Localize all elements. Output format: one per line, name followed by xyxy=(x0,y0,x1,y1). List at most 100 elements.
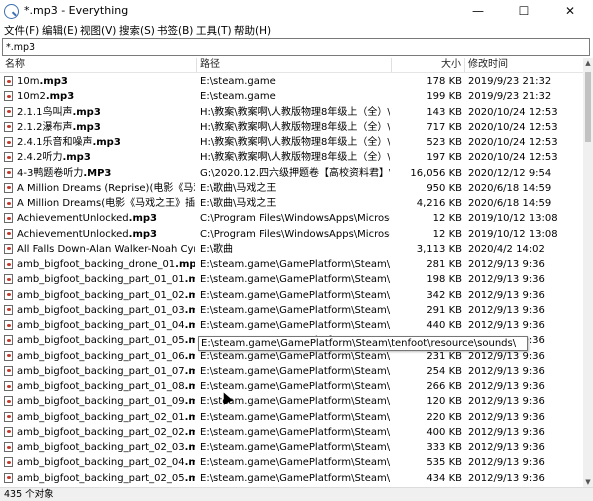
column-name[interactable]: 名称 xyxy=(5,58,25,72)
result-row[interactable]: amb_bigfoot_backing_part_01_02.mp3 E:\ste… xyxy=(0,288,583,303)
result-row[interactable]: 2.1.1鸟叫声.mp3 H:\教案\教案啊\人教版物理8年级上（全）\... 14… xyxy=(0,105,583,120)
file-size: 199 KB xyxy=(426,91,462,103)
file-name: amb_bigfoot_backing_part_02_05.mp3 xyxy=(17,471,195,486)
menu-bookmarks[interactable]: 书签(B) xyxy=(157,23,193,38)
audio-file-icon xyxy=(4,442,13,452)
file-modified: 2012/9/13 9:36 xyxy=(468,289,545,301)
file-name-ext: .mp3 xyxy=(184,350,195,362)
audio-file-icon xyxy=(4,274,13,285)
file-name: amb_bigfoot_backing_part_02_02.mp3 xyxy=(17,425,195,440)
column-divider[interactable] xyxy=(196,58,197,72)
result-row[interactable]: amb_bigfoot_backing_part_01_07.mp3 E:\ste… xyxy=(0,364,583,379)
result-row[interactable]: amb_bigfoot_backing_part_02_03.mp3 E:\ste… xyxy=(0,440,583,455)
file-name-base: A Million Dreams (Reprise)(电影《马戏... xyxy=(17,182,195,194)
result-row[interactable]: amb_bigfoot_backing_part_01_09.mp3E:\ste… xyxy=(0,394,583,409)
file-name: 2.4.1乐音和噪声.mp3 xyxy=(17,135,195,150)
result-row[interactable]: 10m.mp3 E:\steam.game 178 KB 2019/9/23 21:3… xyxy=(0,74,583,89)
file-name-base: All Falls Down-Alan Walker-Noah Cyru... xyxy=(17,243,195,255)
file-path: H:\教案\教案啊\人教版物理8年级上（全）\... xyxy=(200,106,390,118)
file-name-ext: .mp3 xyxy=(92,137,121,148)
result-row[interactable]: 4-3鸭题卷听力.MP3 G:\2020.12.四六级押题卷【高校资料君】\四..… xyxy=(0,166,583,181)
file-name-ext: .mp3 xyxy=(72,121,101,133)
file-name-ext: .mp3 xyxy=(184,274,195,286)
menu-view[interactable]: 视图(V) xyxy=(80,23,116,38)
result-row[interactable]: AchievementUnlocked.mp3 C:\Program Files\… xyxy=(0,211,583,226)
file-name-base: 2.1.2瀑布声 xyxy=(17,121,73,133)
audio-file-icon xyxy=(4,152,13,163)
audio-file-icon xyxy=(4,259,13,269)
minimize-button[interactable]: — xyxy=(455,0,501,22)
result-row[interactable]: AchievementUnlocked.mp3 C:\Program Files\… xyxy=(0,227,583,242)
file-name-base: 2.4.1乐音和噪声 xyxy=(17,137,93,148)
file-size: 291 KB xyxy=(426,304,462,316)
file-modified: 2012/9/13 9:36 xyxy=(468,259,545,270)
file-size: 3,113 KB xyxy=(416,243,462,255)
file-name-base: 4-3鸭题卷听力 xyxy=(17,167,84,179)
close-button[interactable]: ✕ xyxy=(547,0,593,22)
result-row[interactable]: amb_bigfoot_backing_part_02_05.mp3 E:\ste… xyxy=(0,471,583,486)
result-row[interactable]: 2.1.2瀑布声.mp3 H:\教案\教案啊\人教版物理8年级上（全）\... 71… xyxy=(0,120,583,135)
file-name: amb_bigfoot_backing_part_02_03.mp3 xyxy=(17,440,195,455)
file-name: 4-3鸭题卷听力.MP3 xyxy=(17,166,195,181)
search-input[interactable] xyxy=(6,40,576,54)
file-name-ext: .mp3 xyxy=(128,213,157,225)
result-row[interactable]: All Falls Down-Alan Walker-Noah Cyru... E… xyxy=(0,242,583,257)
column-modified[interactable]: 修改时间 xyxy=(468,58,508,72)
file-name: amb_bigfoot_backing_part_01_04.mp3 xyxy=(17,318,195,333)
vertical-scrollbar[interactable]: ▲ ▼ xyxy=(583,58,593,487)
file-size: 143 KB xyxy=(426,106,462,118)
result-row[interactable]: A Million Dreams (Reprise)(电影《马戏... E:\歌曲… xyxy=(0,181,583,196)
audio-file-icon xyxy=(4,365,13,376)
menu-file[interactable]: 文件(F) xyxy=(4,23,39,38)
result-row[interactable]: amb_bigfoot_backing_part_01_08.mp3E:\ste… xyxy=(0,379,583,394)
file-name-ext: .mp3 xyxy=(175,259,195,270)
result-row[interactable]: 2.4.2听力.mp3 H:\教案\教案啊\人教版物理8年级上（全）\... 197… xyxy=(0,150,583,165)
file-modified: 2019/10/12 13:08 xyxy=(468,213,558,225)
result-row[interactable]: amb_bigfoot_backing_part_02_02.mp3 E:\ste… xyxy=(0,425,583,440)
column-divider[interactable] xyxy=(464,58,465,72)
menu-help[interactable]: 帮助(H) xyxy=(234,23,271,38)
menu-tools[interactable]: 工具(T) xyxy=(196,23,232,38)
title-bar: *.mp3 - Everything — ☐ ✕ xyxy=(0,0,593,23)
search-box[interactable] xyxy=(2,38,590,56)
column-path[interactable]: 路径 xyxy=(200,58,220,72)
menu-search[interactable]: 搜索(S) xyxy=(119,23,155,38)
scroll-thumb[interactable] xyxy=(585,72,591,142)
menu-bar: 文件(F) 编辑(E) 视图(V) 搜索(S) 书签(B) 工具(T) 帮助(H… xyxy=(0,22,593,38)
file-modified: 2020/10/24 12:53 xyxy=(468,152,558,164)
scroll-up-arrow-icon[interactable]: ▲ xyxy=(583,58,593,68)
scroll-down-arrow-icon[interactable]: ▼ xyxy=(583,477,593,487)
result-row[interactable]: 2.4.1乐音和噪声.mp3 H:\教案\教案啊\人教版物理8年级上（全）\...… xyxy=(0,135,583,150)
file-name-base: amb_bigfoot_backing_part_01_07 xyxy=(17,365,185,377)
audio-file-icon xyxy=(4,182,13,193)
audio-file-icon xyxy=(4,396,13,407)
result-row[interactable]: amb_bigfoot_backing_part_01_04.mp3 E:\ste… xyxy=(0,318,583,333)
result-row[interactable]: A Million Dreams(电影《马戏之王》插曲... E:\歌曲\马戏之王… xyxy=(0,196,583,211)
result-row[interactable]: amb_bigfoot_backing_part_02_04.mp3 E:\ste… xyxy=(0,455,583,470)
file-modified: 2019/9/23 21:32 xyxy=(468,91,552,103)
file-path: E:\歌曲\马戏之王 xyxy=(200,182,277,194)
file-modified: 2012/9/13 9:36 xyxy=(468,442,545,453)
file-name-ext: .mp3 xyxy=(184,335,195,347)
result-row[interactable]: amb_bigfoot_backing_part_02_01.mp3 E:\ste… xyxy=(0,410,583,425)
file-size: 535 KB xyxy=(426,457,462,469)
result-row[interactable]: amb_bigfoot_backing_part_01_01.mp3 E:\ste… xyxy=(0,272,583,287)
file-name-ext: .mp3 xyxy=(39,76,68,87)
column-divider[interactable] xyxy=(391,58,392,72)
file-path: E:\steam.game\GamePlatform\Steam\ten... xyxy=(200,365,390,377)
result-row[interactable]: 10m2.mp3 E:\steam.game 199 KB 2019/9/23 21:… xyxy=(0,89,583,104)
file-path: C:\Program Files\WindowsApps\Microso... xyxy=(200,228,390,240)
result-row[interactable]: amb_bigfoot_backing_part_01_03.mp3 E:\ste… xyxy=(0,303,583,318)
column-size[interactable]: 大小 xyxy=(441,58,461,72)
file-name-ext: .mp3 xyxy=(184,304,195,316)
results-list: 10m.mp3 E:\steam.game 178 KB 2019/9/23 21:3… xyxy=(0,74,583,487)
file-path: E:\歌曲\马戏之王 xyxy=(200,198,277,209)
menu-edit[interactable]: 编辑(E) xyxy=(42,23,78,38)
audio-file-icon xyxy=(4,350,13,361)
result-row[interactable]: amb_bigfoot_backing_drone_01.mp3 E:\steam… xyxy=(0,257,583,272)
file-name: 10m2.mp3 xyxy=(17,89,195,104)
file-modified: 2020/4/2 14:02 xyxy=(468,243,545,255)
audio-file-icon xyxy=(4,320,13,330)
file-size: 717 KB xyxy=(426,121,462,133)
maximize-button[interactable]: ☐ xyxy=(501,0,547,22)
